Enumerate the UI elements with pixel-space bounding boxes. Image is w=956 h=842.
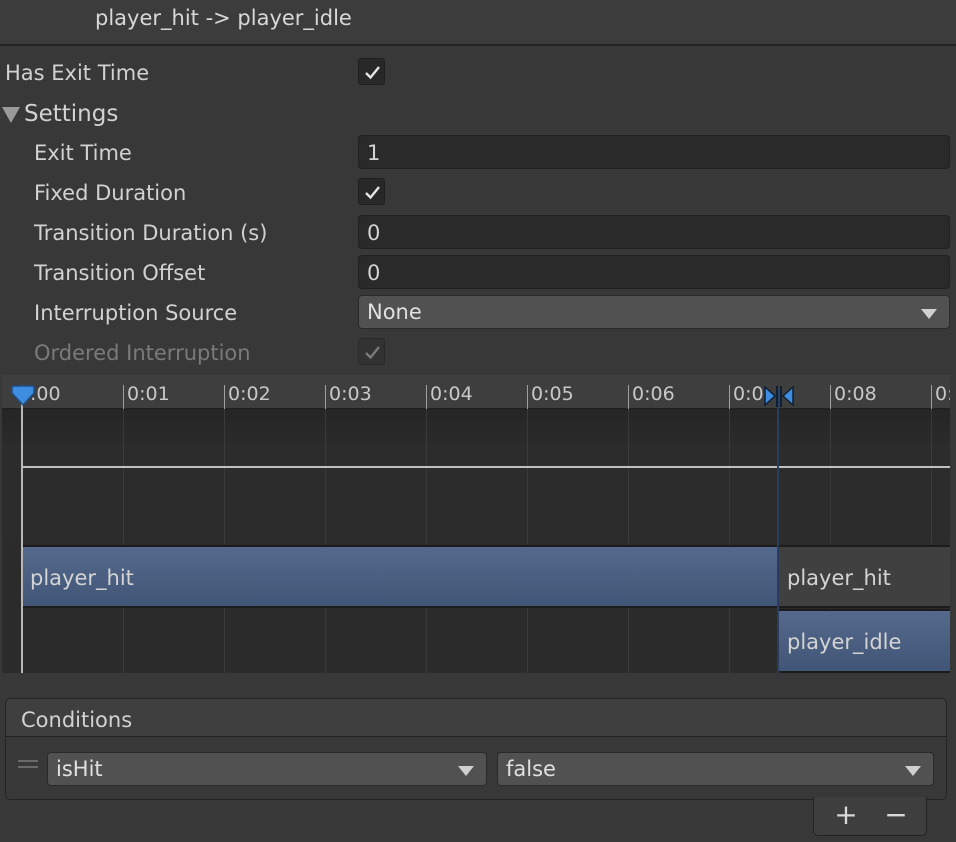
checkmark-icon (365, 186, 380, 200)
exit-time-field[interactable]: 1 (358, 135, 950, 169)
transition-timeline[interactable]: :00 0:01 0:02 0:03 0:04 0:05 0:06 0:0 0:… (2, 375, 950, 673)
foldout-arrow-icon[interactable] (2, 107, 20, 123)
interruption-source-value: None (367, 300, 422, 324)
grid-line (224, 409, 225, 673)
conditions-header: Conditions (6, 699, 946, 737)
condition-value-dropdown[interactable]: false (497, 752, 934, 786)
ruler-tick (729, 385, 730, 409)
has-exit-time-checkbox[interactable] (358, 58, 385, 85)
ruler-tick (325, 385, 326, 409)
drag-handle-icon[interactable] (18, 760, 38, 770)
tick-label: 0:04 (430, 383, 473, 405)
ruler-tick (931, 385, 932, 409)
transition-header: player_hit -> player_idle (0, 0, 956, 46)
tick-label: 0:02 (228, 383, 271, 405)
exit-time-label: Exit Time (34, 141, 132, 165)
grid-line (729, 409, 730, 673)
ordered-interruption-label: Ordered Interruption (34, 341, 251, 365)
has-exit-time-label: Has Exit Time (5, 61, 150, 85)
playhead-handle-icon[interactable] (10, 385, 36, 409)
add-remove-footer: + − (813, 797, 927, 836)
dropdown-arrow-icon (905, 766, 921, 776)
tick-label: 0:06 (632, 383, 675, 405)
weight-curve (22, 466, 777, 468)
source-clip-label: player_hit (30, 566, 134, 590)
exit-time-line (777, 389, 779, 673)
conditions-list: Conditions isHit false (5, 698, 947, 800)
ruler-tick (628, 385, 629, 409)
source-clip-tail-label: player_hit (787, 566, 891, 590)
ruler-tick (527, 385, 528, 409)
conditions-title: Conditions (21, 708, 133, 732)
tick-label: 0:08 (834, 383, 877, 405)
tick-label: 0:01 (127, 383, 170, 405)
remove-condition-button[interactable]: − (876, 801, 916, 831)
destination-clip-bar[interactable]: player_idle (779, 609, 950, 673)
grid-line (426, 409, 427, 673)
dropdown-arrow-icon (458, 766, 474, 776)
source-clip-tail: player_hit (779, 545, 950, 608)
timeline-ruler[interactable]: :00 0:01 0:02 0:03 0:04 0:05 0:06 0:0 0:… (2, 375, 950, 409)
dropdown-arrow-icon (921, 309, 937, 319)
ruler-tick (224, 385, 225, 409)
grid-line (628, 409, 629, 673)
source-clip-bar[interactable]: player_hit (22, 545, 779, 608)
grid-line (527, 409, 528, 673)
weight-curve (779, 466, 950, 468)
transition-duration-label: Transition Duration (s) (34, 221, 268, 245)
tick-label: 0:05 (531, 383, 574, 405)
transition-range-handle-icon[interactable] (762, 385, 796, 409)
grid-line (325, 409, 326, 673)
checkmark-icon (365, 346, 380, 360)
ordered-interruption-checkbox (358, 338, 385, 365)
condition-parameter-dropdown[interactable]: isHit (47, 752, 487, 786)
transition-duration-field[interactable]: 0 (358, 215, 950, 249)
settings-foldout[interactable]: Settings (24, 101, 118, 127)
grid-line (123, 409, 124, 673)
tick-label: 0: (935, 383, 950, 405)
tick-label: 0:03 (329, 383, 372, 405)
destination-clip-label: player_idle (787, 630, 902, 654)
condition-value: false (506, 757, 556, 781)
add-condition-button[interactable]: + (826, 801, 866, 831)
transition-offset-label: Transition Offset (34, 261, 206, 285)
condition-parameter-value: isHit (56, 757, 103, 781)
ruler-tick (426, 385, 427, 409)
interruption-source-dropdown[interactable]: None (358, 295, 950, 329)
checkmark-icon (365, 66, 380, 80)
playhead-line (21, 389, 23, 673)
transition-offset-field[interactable]: 0 (358, 255, 950, 289)
transition-title: player_hit -> player_idle (95, 6, 352, 30)
interruption-source-label: Interruption Source (34, 301, 238, 325)
transition-curve-area (2, 409, 950, 543)
ruler-tick (123, 385, 124, 409)
fixed-duration-label: Fixed Duration (34, 181, 187, 205)
fixed-duration-checkbox[interactable] (358, 178, 385, 205)
tick-label: 0:0 (733, 383, 764, 405)
ruler-tick (830, 385, 831, 409)
